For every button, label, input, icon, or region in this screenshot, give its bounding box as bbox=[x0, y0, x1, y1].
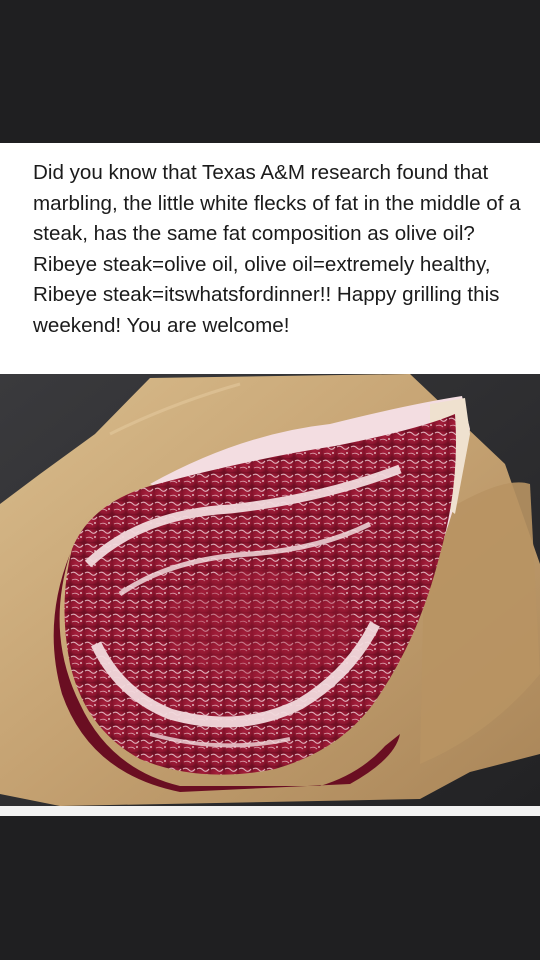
steak-photo[interactable] bbox=[0, 374, 540, 806]
post-text: Did you know that Texas A&M research fou… bbox=[33, 161, 521, 337]
card-divider bbox=[0, 806, 540, 816]
screenshot-page: Did you know that Texas A&M research fou… bbox=[0, 0, 540, 960]
steak-image bbox=[0, 374, 540, 806]
